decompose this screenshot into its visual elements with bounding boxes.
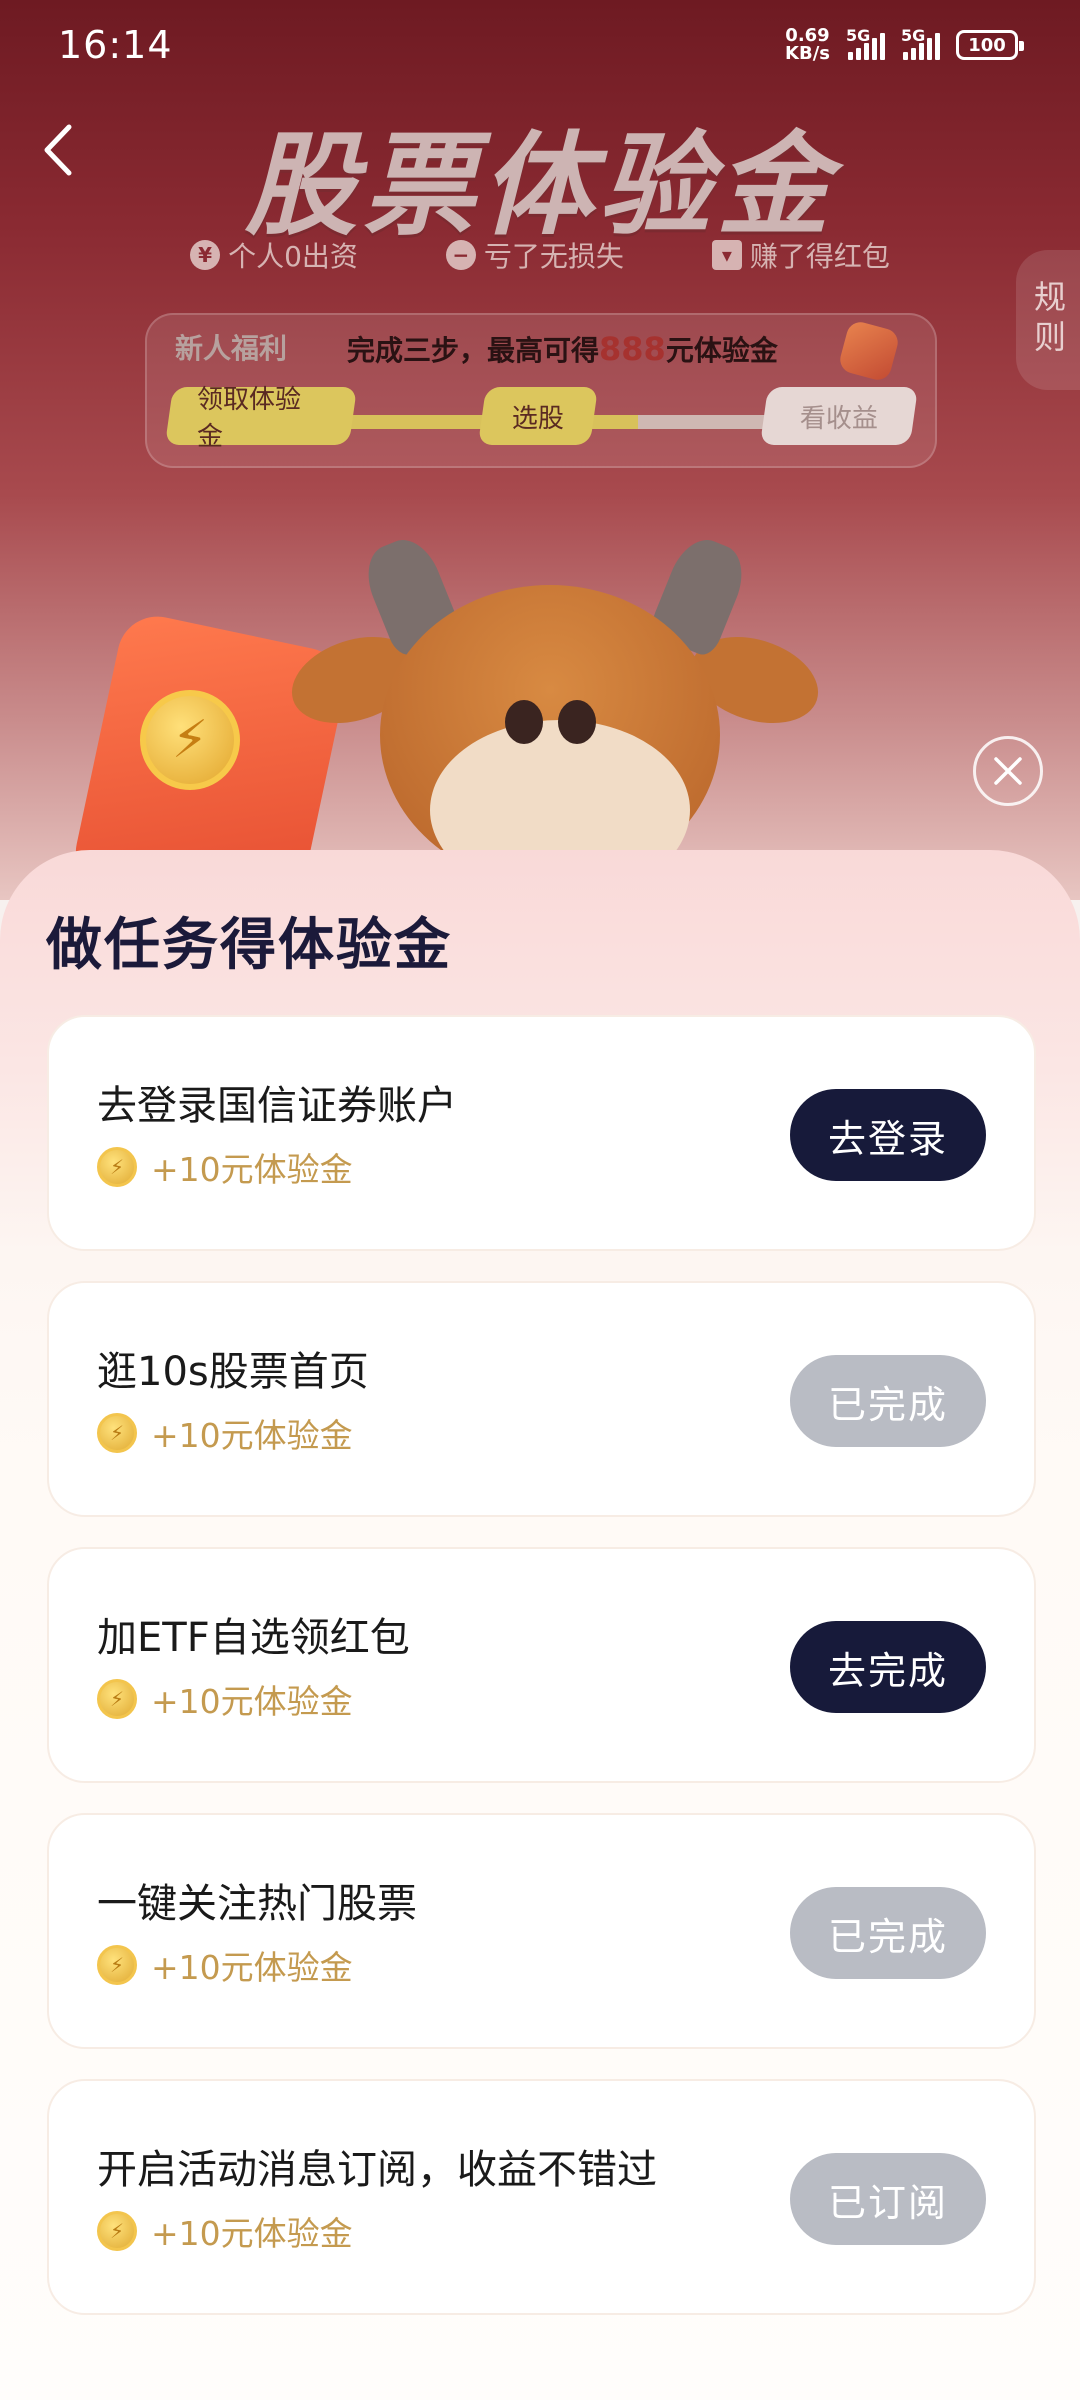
login-button[interactable]: 去登录 bbox=[790, 1089, 986, 1181]
task-name: 去登录国信证券账户 bbox=[97, 1083, 457, 1129]
coin-packet-icon bbox=[837, 319, 901, 383]
task-name: 逛10s股票首页 bbox=[97, 1349, 369, 1395]
status-indicators: 0.69 KB/s 5G 5G 100 bbox=[785, 25, 1024, 64]
task-reward: ⚡ +10元体验金 bbox=[97, 1143, 353, 1191]
step-claim: 领取体验金 bbox=[164, 385, 358, 452]
red-packet-icon: ▾ bbox=[711, 240, 742, 270]
welfare-tag: 新人福利 bbox=[175, 332, 288, 365]
task-name: 一键关注热门股票 bbox=[97, 1881, 417, 1927]
status-time: 16:14 bbox=[58, 23, 173, 67]
coin-icon: ⚡ bbox=[97, 2211, 137, 2251]
coin-icon: ⚡ bbox=[97, 1945, 137, 1985]
task-reward: ⚡ +10元体验金 bbox=[97, 2207, 353, 2255]
coin-icon: ⚡ bbox=[97, 1413, 137, 1453]
network-speed: 0.69 KB/s bbox=[785, 25, 830, 64]
task-reward: ⚡ +10元体验金 bbox=[97, 1409, 353, 1457]
step-view-earnings: 看收益 bbox=[759, 387, 919, 445]
task-card: 一键关注热门股票 ⚡ +10元体验金 已完成 bbox=[47, 1813, 1036, 2049]
battery-icon: 100 bbox=[956, 30, 1024, 60]
close-icon bbox=[994, 757, 1022, 785]
signal-1-icon: 5G bbox=[846, 26, 885, 60]
completed-button[interactable]: 已完成 bbox=[790, 1355, 986, 1447]
hero-banner: 16:14 0.69 KB/s 5G 5G 100 股票体验金 ¥ 个人0出资 bbox=[0, 0, 1080, 900]
step-pick-stock: 选股 bbox=[477, 387, 599, 445]
status-bar: 16:14 0.69 KB/s 5G 5G 100 bbox=[0, 0, 1080, 90]
completed-button[interactable]: 已完成 bbox=[790, 1887, 986, 1979]
signal-2-icon: 5G bbox=[901, 26, 940, 60]
sheet-title: 做任务得体验金 bbox=[46, 913, 452, 978]
calf-eye bbox=[505, 700, 543, 744]
coin-icon: ⚡ bbox=[97, 1679, 137, 1719]
rules-button[interactable]: 规则 bbox=[1016, 250, 1080, 390]
lightning-coin-icon: ⚡ bbox=[140, 690, 240, 790]
task-reward: ⚡ +10元体验金 bbox=[97, 1675, 353, 1723]
perk-item: − 亏了无损失 bbox=[445, 235, 624, 275]
task-sheet: 做任务得体验金 去登录国信证券账户 ⚡ +10元体验金 去登录 逛10s股票首页… bbox=[0, 850, 1080, 2400]
subscribed-button[interactable]: 已订阅 bbox=[790, 2153, 986, 2245]
newcomer-welfare-card: 新人福利 完成三步，最高可得888元体验金 领取体验金 选股 看收益 bbox=[145, 313, 937, 468]
task-card: 去登录国信证券账户 ⚡ +10元体验金 去登录 bbox=[47, 1015, 1036, 1251]
perk-item: ¥ 个人0出资 bbox=[190, 235, 358, 275]
minus-icon: − bbox=[445, 240, 476, 270]
task-name: 加ETF自选领红包 bbox=[97, 1615, 410, 1661]
yuan-icon: ¥ bbox=[190, 240, 221, 270]
close-button[interactable] bbox=[973, 736, 1043, 806]
task-card: 加ETF自选领红包 ⚡ +10元体验金 去完成 bbox=[47, 1547, 1036, 1783]
go-complete-button[interactable]: 去完成 bbox=[790, 1621, 986, 1713]
task-reward: ⚡ +10元体验金 bbox=[97, 1941, 353, 1989]
welfare-description: 完成三步，最高可得888元体验金 bbox=[347, 330, 778, 368]
task-name: 开启活动消息订阅，收益不错过 bbox=[97, 2147, 657, 2193]
calf-eye bbox=[558, 700, 596, 744]
page-title: 股票体验金 bbox=[245, 121, 835, 251]
perk-list: ¥ 个人0出资 − 亏了无损失 ▾ 赚了得红包 bbox=[0, 235, 1080, 275]
coin-icon: ⚡ bbox=[97, 1147, 137, 1187]
task-card: 开启活动消息订阅，收益不错过 ⚡ +10元体验金 已订阅 bbox=[47, 2079, 1036, 2315]
perk-item: ▾ 赚了得红包 bbox=[711, 235, 890, 275]
task-card: 逛10s股票首页 ⚡ +10元体验金 已完成 bbox=[47, 1281, 1036, 1517]
